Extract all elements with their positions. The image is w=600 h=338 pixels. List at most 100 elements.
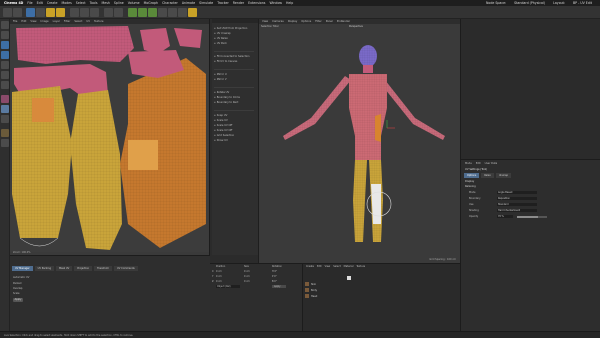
x-axis-icon[interactable]: [70, 8, 79, 17]
menu-mesh[interactable]: Mesh: [102, 1, 110, 5]
uv-menu-select[interactable]: Select: [74, 20, 82, 23]
uv-menu-layer[interactable]: Layer: [53, 20, 60, 23]
uv-menu-file[interactable]: File: [13, 20, 17, 23]
coord-b-rot[interactable]: B 0°: [272, 280, 277, 283]
tool-rotate-uv[interactable]: Rotate UV: [214, 91, 230, 94]
coord-y-pos[interactable]: 0 cm: [216, 275, 222, 278]
tool-boundary-circle[interactable]: Boundary to Circle: [214, 96, 240, 99]
camera-icon[interactable]: [178, 8, 187, 17]
tool-snap-uv[interactable]: Snap UV: [214, 114, 228, 117]
tool-mirror-u[interactable]: Mirror U: [214, 73, 227, 76]
vp-menu-panel[interactable]: Panel: [326, 20, 333, 23]
enable-axis-icon[interactable]: [1, 105, 9, 113]
menu-create[interactable]: Create: [47, 1, 58, 5]
menu-character[interactable]: Character: [162, 1, 178, 5]
attr-menu-mode[interactable]: Mode: [465, 162, 472, 165]
uv-menu-filter[interactable]: Filter: [64, 20, 70, 23]
tweak-icon[interactable]: [1, 115, 9, 123]
render-picture-icon[interactable]: [114, 8, 123, 17]
vp-menu-view[interactable]: View: [262, 20, 268, 23]
mat-menu-create[interactable]: Create: [306, 265, 314, 268]
menu-file[interactable]: File: [27, 1, 32, 5]
vp-menu-display[interactable]: Display: [288, 20, 298, 23]
environment-icon[interactable]: [168, 8, 177, 17]
menu-spline[interactable]: Spline: [114, 1, 124, 5]
tool-show-uv[interactable]: Show UV: [214, 139, 228, 142]
coord-z-size[interactable]: 0 cm: [244, 280, 250, 283]
points-mode-icon[interactable]: [1, 61, 9, 69]
object-item-body[interactable]: Body: [305, 288, 317, 292]
coord-x-pos[interactable]: 0 cm: [216, 270, 222, 273]
menu-volume[interactable]: Volume: [128, 1, 140, 5]
mat-menu-edit[interactable]: Edit: [317, 265, 322, 268]
menu-mograph[interactable]: MoGraph: [144, 1, 158, 5]
tab-uv-commands[interactable]: UV Commands: [114, 266, 138, 271]
attr-use-value[interactable]: Standard: [497, 203, 537, 207]
uv-menu-edit[interactable]: Edit: [21, 20, 26, 23]
uv-polygons-icon[interactable]: [1, 51, 9, 59]
y-axis-icon[interactable]: [80, 8, 89, 17]
tool-uv-unwrap[interactable]: UV Unwrap: [214, 32, 231, 35]
scale-icon[interactable]: [46, 8, 55, 17]
live-select-icon[interactable]: [26, 8, 35, 17]
attr-shading-value[interactable]: Hard Checkerboard: [497, 209, 537, 213]
z-axis-icon[interactable]: [90, 8, 99, 17]
undo-icon[interactable]: [3, 8, 12, 17]
coord-z-pos[interactable]: 0 cm: [216, 280, 222, 283]
menu-edit[interactable]: Edit: [37, 1, 43, 5]
coord-x-size[interactable]: 0 cm: [244, 270, 250, 273]
uv-menu-image[interactable]: Image: [41, 20, 49, 23]
uv-selection-patch-left[interactable]: [32, 98, 54, 122]
object-item-skin[interactable]: Skin: [305, 282, 316, 286]
attr-opacity-value[interactable]: 70 %: [497, 215, 513, 219]
render-view-icon[interactable]: [104, 8, 113, 17]
uv-shell-ear[interactable]: [140, 28, 170, 54]
attr-mode-value[interactable]: Angle Based: [497, 191, 537, 195]
mat-menu-view[interactable]: View: [325, 265, 331, 268]
attr-menu-edit[interactable]: Edit: [476, 162, 481, 165]
polygons-mode-icon[interactable]: [1, 81, 9, 89]
menu-extensions[interactable]: Extensions: [248, 1, 265, 5]
deformer-icon[interactable]: [158, 8, 167, 17]
menu-help[interactable]: Help: [286, 1, 293, 5]
scale-option[interactable]: Scale: [13, 292, 19, 295]
tool-boundary-rect[interactable]: Boundary to Rect: [214, 101, 239, 104]
coord-p-rot[interactable]: P 0°: [272, 275, 277, 278]
character-model[interactable]: [259, 24, 461, 260]
uv-points-icon[interactable]: [1, 41, 9, 49]
uv-menu-uv[interactable]: UV: [86, 20, 90, 23]
attr-menu-user-data[interactable]: User Data: [485, 162, 497, 165]
tool-scale-uv-off-1[interactable]: Scale UV Off: [214, 124, 233, 127]
tool-scale-uv-off-2[interactable]: Scale UV Off: [214, 129, 233, 132]
mat-menu-material[interactable]: Material: [344, 265, 354, 268]
vp-menu-options[interactable]: Options: [301, 20, 311, 23]
redo-icon[interactable]: [13, 8, 22, 17]
move-icon[interactable]: [36, 8, 45, 17]
attr-tab-options[interactable]: Options: [464, 173, 480, 178]
edges-mode-icon[interactable]: [1, 71, 9, 79]
object-item-head[interactable]: Head: [305, 294, 317, 298]
attr-boundary-value[interactable]: Reposition: [497, 197, 537, 201]
cube-icon[interactable]: [128, 8, 137, 17]
tool-grid-selection[interactable]: Grid Selection: [214, 134, 235, 137]
uv-menu-texture[interactable]: Texture: [94, 20, 104, 23]
app-name[interactable]: Cinema 4D: [4, 1, 23, 5]
menu-simulate[interactable]: Simulate: [199, 1, 213, 5]
vp-menu-prorender[interactable]: ProRender: [337, 20, 350, 23]
rotate-icon[interactable]: [56, 8, 65, 17]
pen-icon[interactable]: [138, 8, 147, 17]
menu-animate[interactable]: Animate: [182, 1, 195, 5]
tool-scale-uv[interactable]: Scale UV: [214, 119, 228, 122]
perspective-viewport[interactable]: View Cameras Display Options Filter Pane…: [258, 19, 461, 263]
uv-shell-ear-right[interactable]: [174, 28, 202, 48]
attr-tab-relax[interactable]: Relax: [481, 173, 494, 178]
layout-value[interactable]: BP - UV Edit: [573, 1, 592, 5]
menu-select[interactable]: Select: [76, 1, 86, 5]
tab-mask-uv[interactable]: Mask UV: [55, 266, 73, 271]
tool-fit-connected[interactable]: Fit Connected to Selection: [214, 55, 250, 58]
menu-tools[interactable]: Tools: [90, 1, 98, 5]
tool-uv-relax[interactable]: UV Relax: [214, 37, 228, 40]
tool-fit-canvas[interactable]: Fit UV to Canvas: [214, 60, 238, 63]
menu-tracker[interactable]: Tracker: [217, 1, 229, 5]
vp-menu-cameras[interactable]: Cameras: [272, 20, 284, 23]
